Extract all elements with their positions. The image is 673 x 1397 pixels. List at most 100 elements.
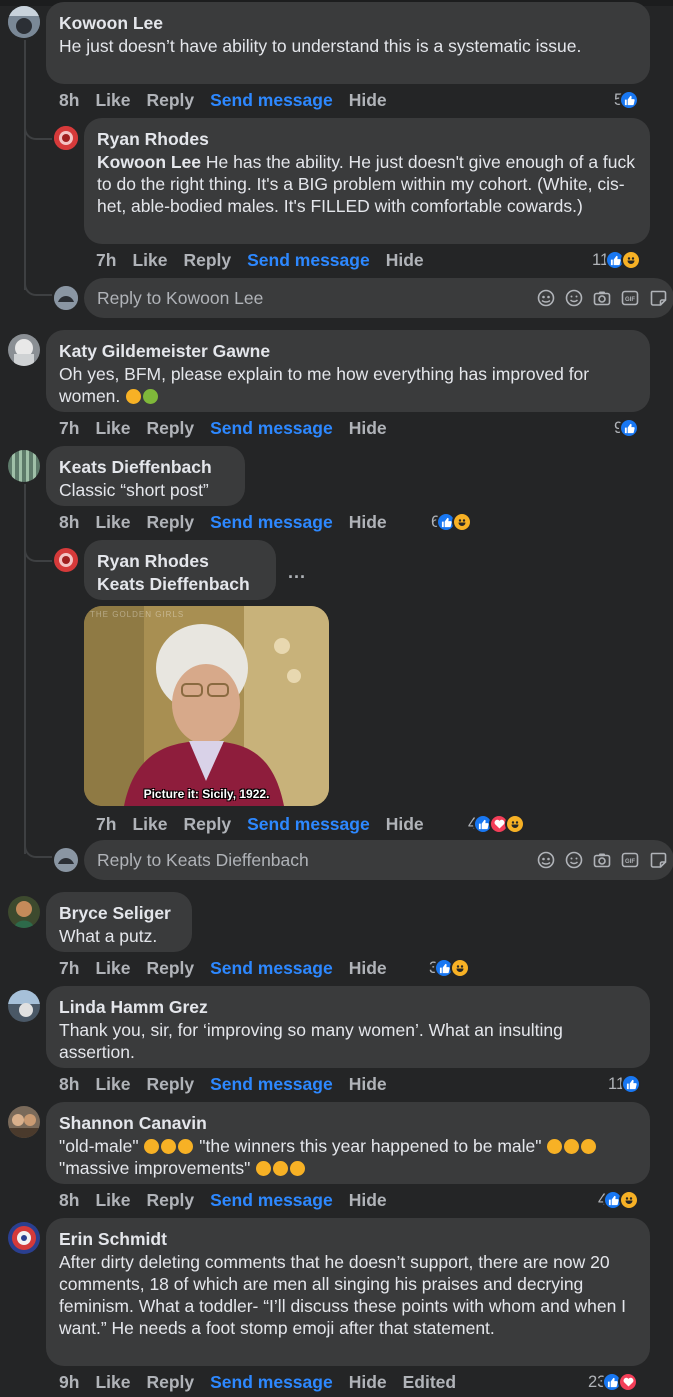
comment-time[interactable]: 7h — [96, 814, 116, 835]
reply-button[interactable]: Reply — [183, 814, 231, 835]
reply-button[interactable]: Reply — [146, 958, 194, 979]
comment-time[interactable]: 8h — [59, 1190, 79, 1211]
rofl-emoji-icon — [161, 1139, 177, 1154]
current-user-avatar[interactable] — [54, 286, 78, 310]
comment-bubble: Bryce Seliger What a putz. — [46, 892, 192, 952]
like-button[interactable]: Like — [132, 814, 167, 835]
avatar-logo-icon — [8, 1222, 40, 1254]
sticker-icon[interactable] — [648, 288, 668, 308]
tagged-user[interactable]: Kowoon Lee — [97, 152, 201, 172]
reply-button[interactable]: Reply — [183, 250, 231, 271]
send-message-button[interactable]: Send message — [247, 250, 370, 271]
like-button[interactable]: Like — [95, 1074, 130, 1095]
comment-time[interactable]: 8h — [59, 1074, 79, 1095]
send-message-button[interactable]: Send message — [210, 958, 333, 979]
comment-bubble: Ryan Rhodes Kowoon Lee He has the abilit… — [84, 118, 650, 244]
reply-button[interactable]: Reply — [146, 1372, 194, 1393]
gif-icon[interactable]: GIF — [620, 850, 640, 870]
reaction-summary[interactable]: 23 — [588, 1370, 639, 1394]
comment-author[interactable]: Shannon Canavin — [59, 1111, 637, 1135]
send-message-button[interactable]: Send message — [210, 418, 333, 439]
emoji-icon[interactable] — [564, 288, 584, 308]
comment-author[interactable]: Keats Dieffenbach — [59, 455, 232, 479]
reaction-summary[interactable]: 5 — [614, 88, 640, 112]
reaction-summary[interactable]: 9 — [614, 416, 640, 440]
like-button[interactable]: Like — [95, 958, 130, 979]
like-button[interactable]: Like — [95, 1372, 130, 1393]
reaction-summary[interactable]: 6 — [431, 510, 473, 534]
haha-reaction-icon — [621, 250, 642, 270]
emoji-icon[interactable] — [564, 850, 584, 870]
comment-time[interactable]: 7h — [59, 418, 79, 439]
gif-attachment[interactable]: THE GOLDEN GIRLS Picture it: Sicily, 192… — [84, 606, 329, 806]
send-message-button[interactable]: Send message — [210, 1372, 333, 1393]
avatar[interactable] — [8, 334, 40, 366]
reply-button[interactable]: Reply — [146, 512, 194, 533]
tagged-user[interactable]: Keats Dieffenbach — [97, 573, 263, 595]
avatar[interactable] — [8, 1222, 40, 1254]
hide-button[interactable]: Hide — [349, 1190, 387, 1211]
hide-button[interactable]: Hide — [349, 958, 387, 979]
camera-icon[interactable] — [592, 288, 612, 308]
reaction-summary[interactable]: 11 — [608, 1072, 642, 1096]
reply-input[interactable]: Reply to Keats Dieffenbach GIF — [84, 840, 673, 880]
hide-button[interactable]: Hide — [349, 418, 387, 439]
send-message-button[interactable]: Send message — [210, 512, 333, 533]
like-button[interactable]: Like — [95, 418, 130, 439]
comment-time[interactable]: 8h — [59, 90, 79, 111]
reaction-summary[interactable]: 3 — [429, 956, 471, 980]
send-message-button[interactable]: Send message — [210, 1190, 333, 1211]
comment-time[interactable]: 7h — [59, 958, 79, 979]
hide-button[interactable]: Hide — [386, 814, 424, 835]
more-options-button[interactable]: ... — [288, 562, 306, 583]
comment-time[interactable]: 8h — [59, 512, 79, 533]
sticker-icon[interactable] — [648, 850, 668, 870]
avatar[interactable] — [54, 548, 78, 572]
comment-author[interactable]: Katy Gildemeister Gawne — [59, 339, 637, 363]
like-button[interactable]: Like — [95, 1190, 130, 1211]
comment-actions: 7h Like Reply Send message Hide — [59, 416, 403, 440]
comment-author[interactable]: Ryan Rhodes — [97, 549, 263, 573]
avatar[interactable] — [8, 990, 40, 1022]
edited-label[interactable]: Edited — [403, 1372, 456, 1393]
hide-button[interactable]: Hide — [349, 90, 387, 111]
avatar-sticker-icon[interactable] — [536, 288, 556, 308]
comment-author[interactable]: Linda Hamm Grez — [59, 995, 637, 1019]
gif-icon[interactable]: GIF — [620, 288, 640, 308]
hide-button[interactable]: Hide — [349, 512, 387, 533]
like-button[interactable]: Like — [95, 90, 130, 111]
reply-button[interactable]: Reply — [146, 90, 194, 111]
send-message-button[interactable]: Send message — [247, 814, 370, 835]
current-user-avatar[interactable] — [54, 848, 78, 872]
reply-button[interactable]: Reply — [146, 418, 194, 439]
send-message-button[interactable]: Send message — [210, 90, 333, 111]
comment-body: "massive improvements" — [59, 1158, 256, 1178]
comment-time[interactable]: 9h — [59, 1372, 79, 1393]
reply-button[interactable]: Reply — [146, 1074, 194, 1095]
avatar[interactable] — [8, 896, 40, 928]
reaction-summary[interactable]: 11 — [592, 248, 642, 272]
comment-author[interactable]: Ryan Rhodes — [97, 127, 637, 151]
hide-button[interactable]: Hide — [386, 250, 424, 271]
like-button[interactable]: Like — [95, 512, 130, 533]
avatar[interactable] — [8, 450, 40, 482]
send-message-button[interactable]: Send message — [210, 1074, 333, 1095]
avatar[interactable] — [54, 126, 78, 150]
hide-button[interactable]: Hide — [349, 1372, 387, 1393]
hide-button[interactable]: Hide — [349, 1074, 387, 1095]
reply-placeholder: Reply to Kowoon Lee — [97, 287, 264, 308]
reaction-summary[interactable]: 4 — [598, 1188, 640, 1212]
love-reaction-icon — [618, 1372, 639, 1392]
comment-author[interactable]: Bryce Seliger — [59, 901, 179, 925]
avatar-sticker-icon[interactable] — [536, 850, 556, 870]
like-button[interactable]: Like — [132, 250, 167, 271]
comment-author[interactable]: Kowoon Lee — [59, 11, 637, 35]
reaction-summary[interactable]: 4 — [468, 812, 526, 836]
reply-input[interactable]: Reply to Kowoon Lee GIF — [84, 278, 673, 318]
avatar[interactable] — [8, 6, 40, 38]
comment-time[interactable]: 7h — [96, 250, 116, 271]
comment-author[interactable]: Erin Schmidt — [59, 1227, 637, 1251]
avatar[interactable] — [8, 1106, 40, 1138]
reply-button[interactable]: Reply — [146, 1190, 194, 1211]
camera-icon[interactable] — [592, 850, 612, 870]
